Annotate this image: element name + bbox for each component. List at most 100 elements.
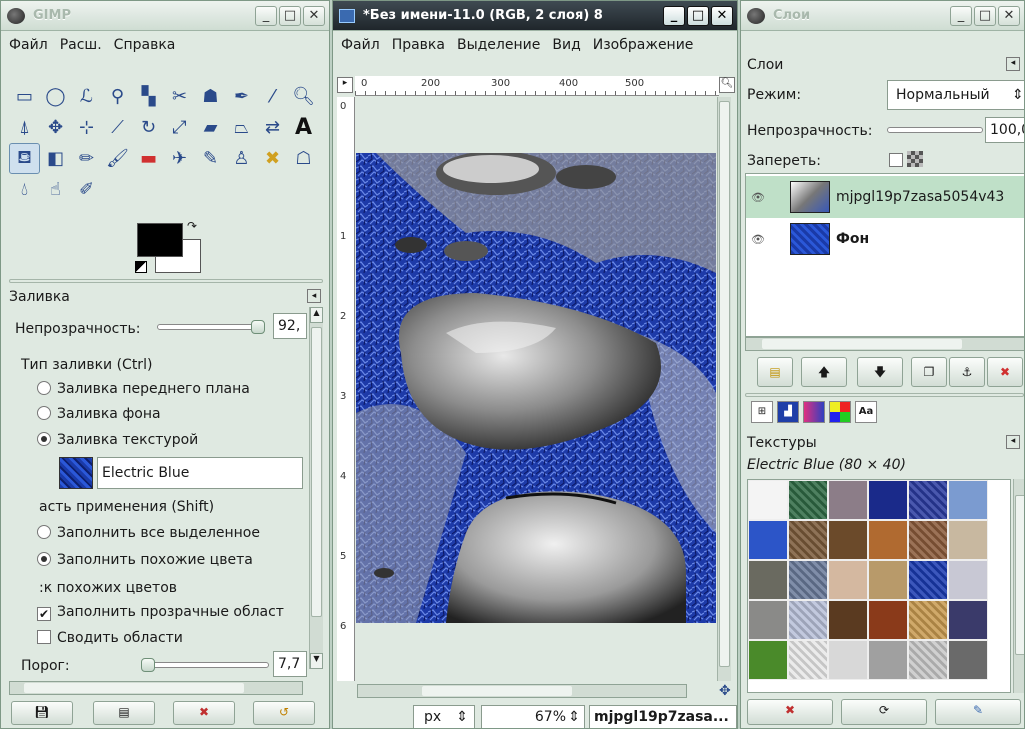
opacity-slider-knob[interactable] <box>251 320 265 334</box>
pattern-swatch[interactable] <box>868 560 908 600</box>
menu-view[interactable]: Вид <box>552 37 580 53</box>
fill-transparent-checkbox[interactable]: ✔ <box>37 607 51 621</box>
close-button[interactable]: ✕ <box>711 5 733 26</box>
tab-brushes-icon[interactable]: ▟ <box>777 401 799 423</box>
move-icon[interactable]: ✥ <box>40 112 71 143</box>
fill-bg-option[interactable]: Заливка фона <box>37 406 161 422</box>
pattern-swatch[interactable] <box>948 600 988 640</box>
pattern-swatch[interactable] <box>788 560 828 600</box>
ink-icon[interactable]: ✎ <box>195 143 226 174</box>
toolbox-titlebar[interactable]: GIMP _ □ ✕ <box>1 1 329 31</box>
perspective-icon[interactable]: ⏢ <box>226 112 257 143</box>
color-picker-icon[interactable]: ⁄ <box>257 81 288 112</box>
image-hscrollbar[interactable] <box>357 684 687 698</box>
menu-edit[interactable]: Правка <box>392 37 445 53</box>
panel-divider[interactable] <box>9 279 323 283</box>
swap-colors-icon[interactable]: ↷ <box>187 219 197 233</box>
restore-options-button[interactable]: ▤ <box>93 701 155 725</box>
delete-options-button[interactable]: ✖ <box>173 701 235 725</box>
bucket-fill-icon[interactable]: ⛾ <box>9 143 40 174</box>
threshold-slider[interactable] <box>145 662 269 668</box>
fill-selection-option[interactable]: Заполнить все выделенное <box>37 525 260 541</box>
pattern-preview[interactable] <box>59 457 93 489</box>
new-layer-button[interactable]: ▤ <box>757 357 793 387</box>
layers-titlebar[interactable]: Слои _ □ ✕ <box>741 1 1024 31</box>
open-pattern-button[interactable]: ✎ <box>935 699 1021 725</box>
canvas-area[interactable] <box>356 97 716 681</box>
raise-layer-button[interactable]: 🡅 <box>801 357 847 387</box>
rotate-icon[interactable]: ↻ <box>133 112 164 143</box>
paths-icon[interactable]: ✒ <box>226 81 257 112</box>
blur-icon[interactable]: 💧︎ <box>9 174 40 205</box>
pencil-icon[interactable]: ✏ <box>71 143 102 174</box>
pattern-swatch[interactable] <box>908 600 948 640</box>
maximize-button[interactable]: □ <box>974 5 996 26</box>
pattern-swatch[interactable] <box>748 600 788 640</box>
threshold-spin[interactable]: 7,7 <box>273 651 307 677</box>
ellipse-select-icon[interactable]: ◯ <box>40 81 71 112</box>
unit-select[interactable]: px ⇕ <box>413 705 475 728</box>
layers-list[interactable]: 👁︎ mjpgl19p7zasa5054v43 👁︎ Фон <box>745 173 1024 337</box>
pattern-swatch[interactable] <box>828 480 868 520</box>
reset-options-button[interactable]: ↺ <box>253 701 315 725</box>
vertical-ruler[interactable]: 0 1 2 3 4 5 6 <box>337 97 355 681</box>
flip-icon[interactable]: ⇄ <box>257 112 288 143</box>
sample-merged-checkbox[interactable] <box>37 630 51 644</box>
menu-extensions[interactable]: Расш. <box>60 37 102 53</box>
pattern-swatch[interactable] <box>868 520 908 560</box>
tool-options-hscrollbar[interactable] <box>9 681 303 695</box>
tool-options-scrollbar[interactable]: ▲ ▼ <box>309 307 323 669</box>
edit-pattern-button[interactable]: ✖ <box>747 699 833 725</box>
pattern-swatch[interactable] <box>748 520 788 560</box>
fill-similar-option[interactable]: Заполнить похожие цвета <box>37 552 253 568</box>
pattern-swatch[interactable] <box>748 480 788 520</box>
zoom-select[interactable]: 67% ⇕ <box>481 705 585 728</box>
menu-image[interactable]: Изображение <box>593 37 694 53</box>
pattern-swatch[interactable] <box>788 520 828 560</box>
fill-fg-option[interactable]: Заливка переднего плана <box>37 381 250 397</box>
fuzzy-select-icon[interactable]: ⚲ <box>102 81 133 112</box>
shear-icon[interactable]: ▰ <box>195 112 226 143</box>
heal-icon[interactable]: ✖ <box>257 143 288 174</box>
pattern-name-field[interactable]: Electric Blue <box>97 457 303 489</box>
perspective-clone-icon[interactable]: ☖ <box>288 143 319 174</box>
quick-mask-toggle-icon[interactable]: ▸ <box>337 77 353 93</box>
maximize-button[interactable]: □ <box>687 5 709 26</box>
crop-icon[interactable]: ⟋ <box>102 112 133 143</box>
zoom-navigation-icon[interactable]: 🔍︎ <box>719 77 735 93</box>
duplicate-layer-button[interactable]: ❐ <box>911 357 947 387</box>
blend-icon[interactable]: ◧ <box>40 143 71 174</box>
fill-transparent-option[interactable]: ✔ Заполнить прозрачные област <box>37 604 284 621</box>
panel-divider[interactable] <box>745 393 1024 397</box>
tab-menu-icon[interactable]: ◂ <box>307 289 321 303</box>
pattern-swatch[interactable] <box>868 640 908 680</box>
free-select-icon[interactable]: ℒ <box>71 81 102 112</box>
layers-tab-menu-icon[interactable]: ◂ <box>1006 57 1020 71</box>
opacity-spin[interactable]: 92, <box>273 313 307 339</box>
navigate-icon[interactable]: ✥ <box>719 683 731 699</box>
patterns-vscrollbar[interactable] <box>1013 479 1024 693</box>
layer-row[interactable]: 👁︎ Фон <box>746 218 1024 260</box>
color-select-icon[interactable]: ▚ <box>133 81 164 112</box>
measure-icon[interactable]: ⍋ <box>9 112 40 143</box>
refresh-patterns-button[interactable]: ⟳ <box>841 699 927 725</box>
fill-bg-radio[interactable] <box>37 406 51 420</box>
pattern-swatch[interactable] <box>788 480 828 520</box>
foreground-color-swatch[interactable] <box>137 223 183 257</box>
align-icon[interactable]: ⊹ <box>71 112 102 143</box>
paintbrush-icon[interactable]: 🖌︎ <box>102 143 133 174</box>
visibility-eye-icon[interactable]: 👁︎ <box>746 233 770 246</box>
fill-selection-radio[interactable] <box>37 525 51 539</box>
anchor-layer-button[interactable]: ⚓ <box>949 357 985 387</box>
pattern-swatch[interactable] <box>948 560 988 600</box>
close-button[interactable]: ✕ <box>998 5 1020 26</box>
sample-merged-option[interactable]: Сводить области <box>37 630 183 646</box>
pattern-swatch[interactable] <box>748 640 788 680</box>
save-options-button[interactable]: 💾︎ <box>11 701 73 725</box>
mode-select[interactable]: Нормальный ⇕ <box>887 80 1024 110</box>
tab-fonts-icon[interactable]: Aa <box>855 401 877 423</box>
fill-pattern-option[interactable]: Заливка текстурой <box>37 432 198 448</box>
pattern-swatch[interactable] <box>788 640 828 680</box>
menu-select[interactable]: Выделение <box>457 37 540 53</box>
pattern-swatch[interactable] <box>868 480 908 520</box>
